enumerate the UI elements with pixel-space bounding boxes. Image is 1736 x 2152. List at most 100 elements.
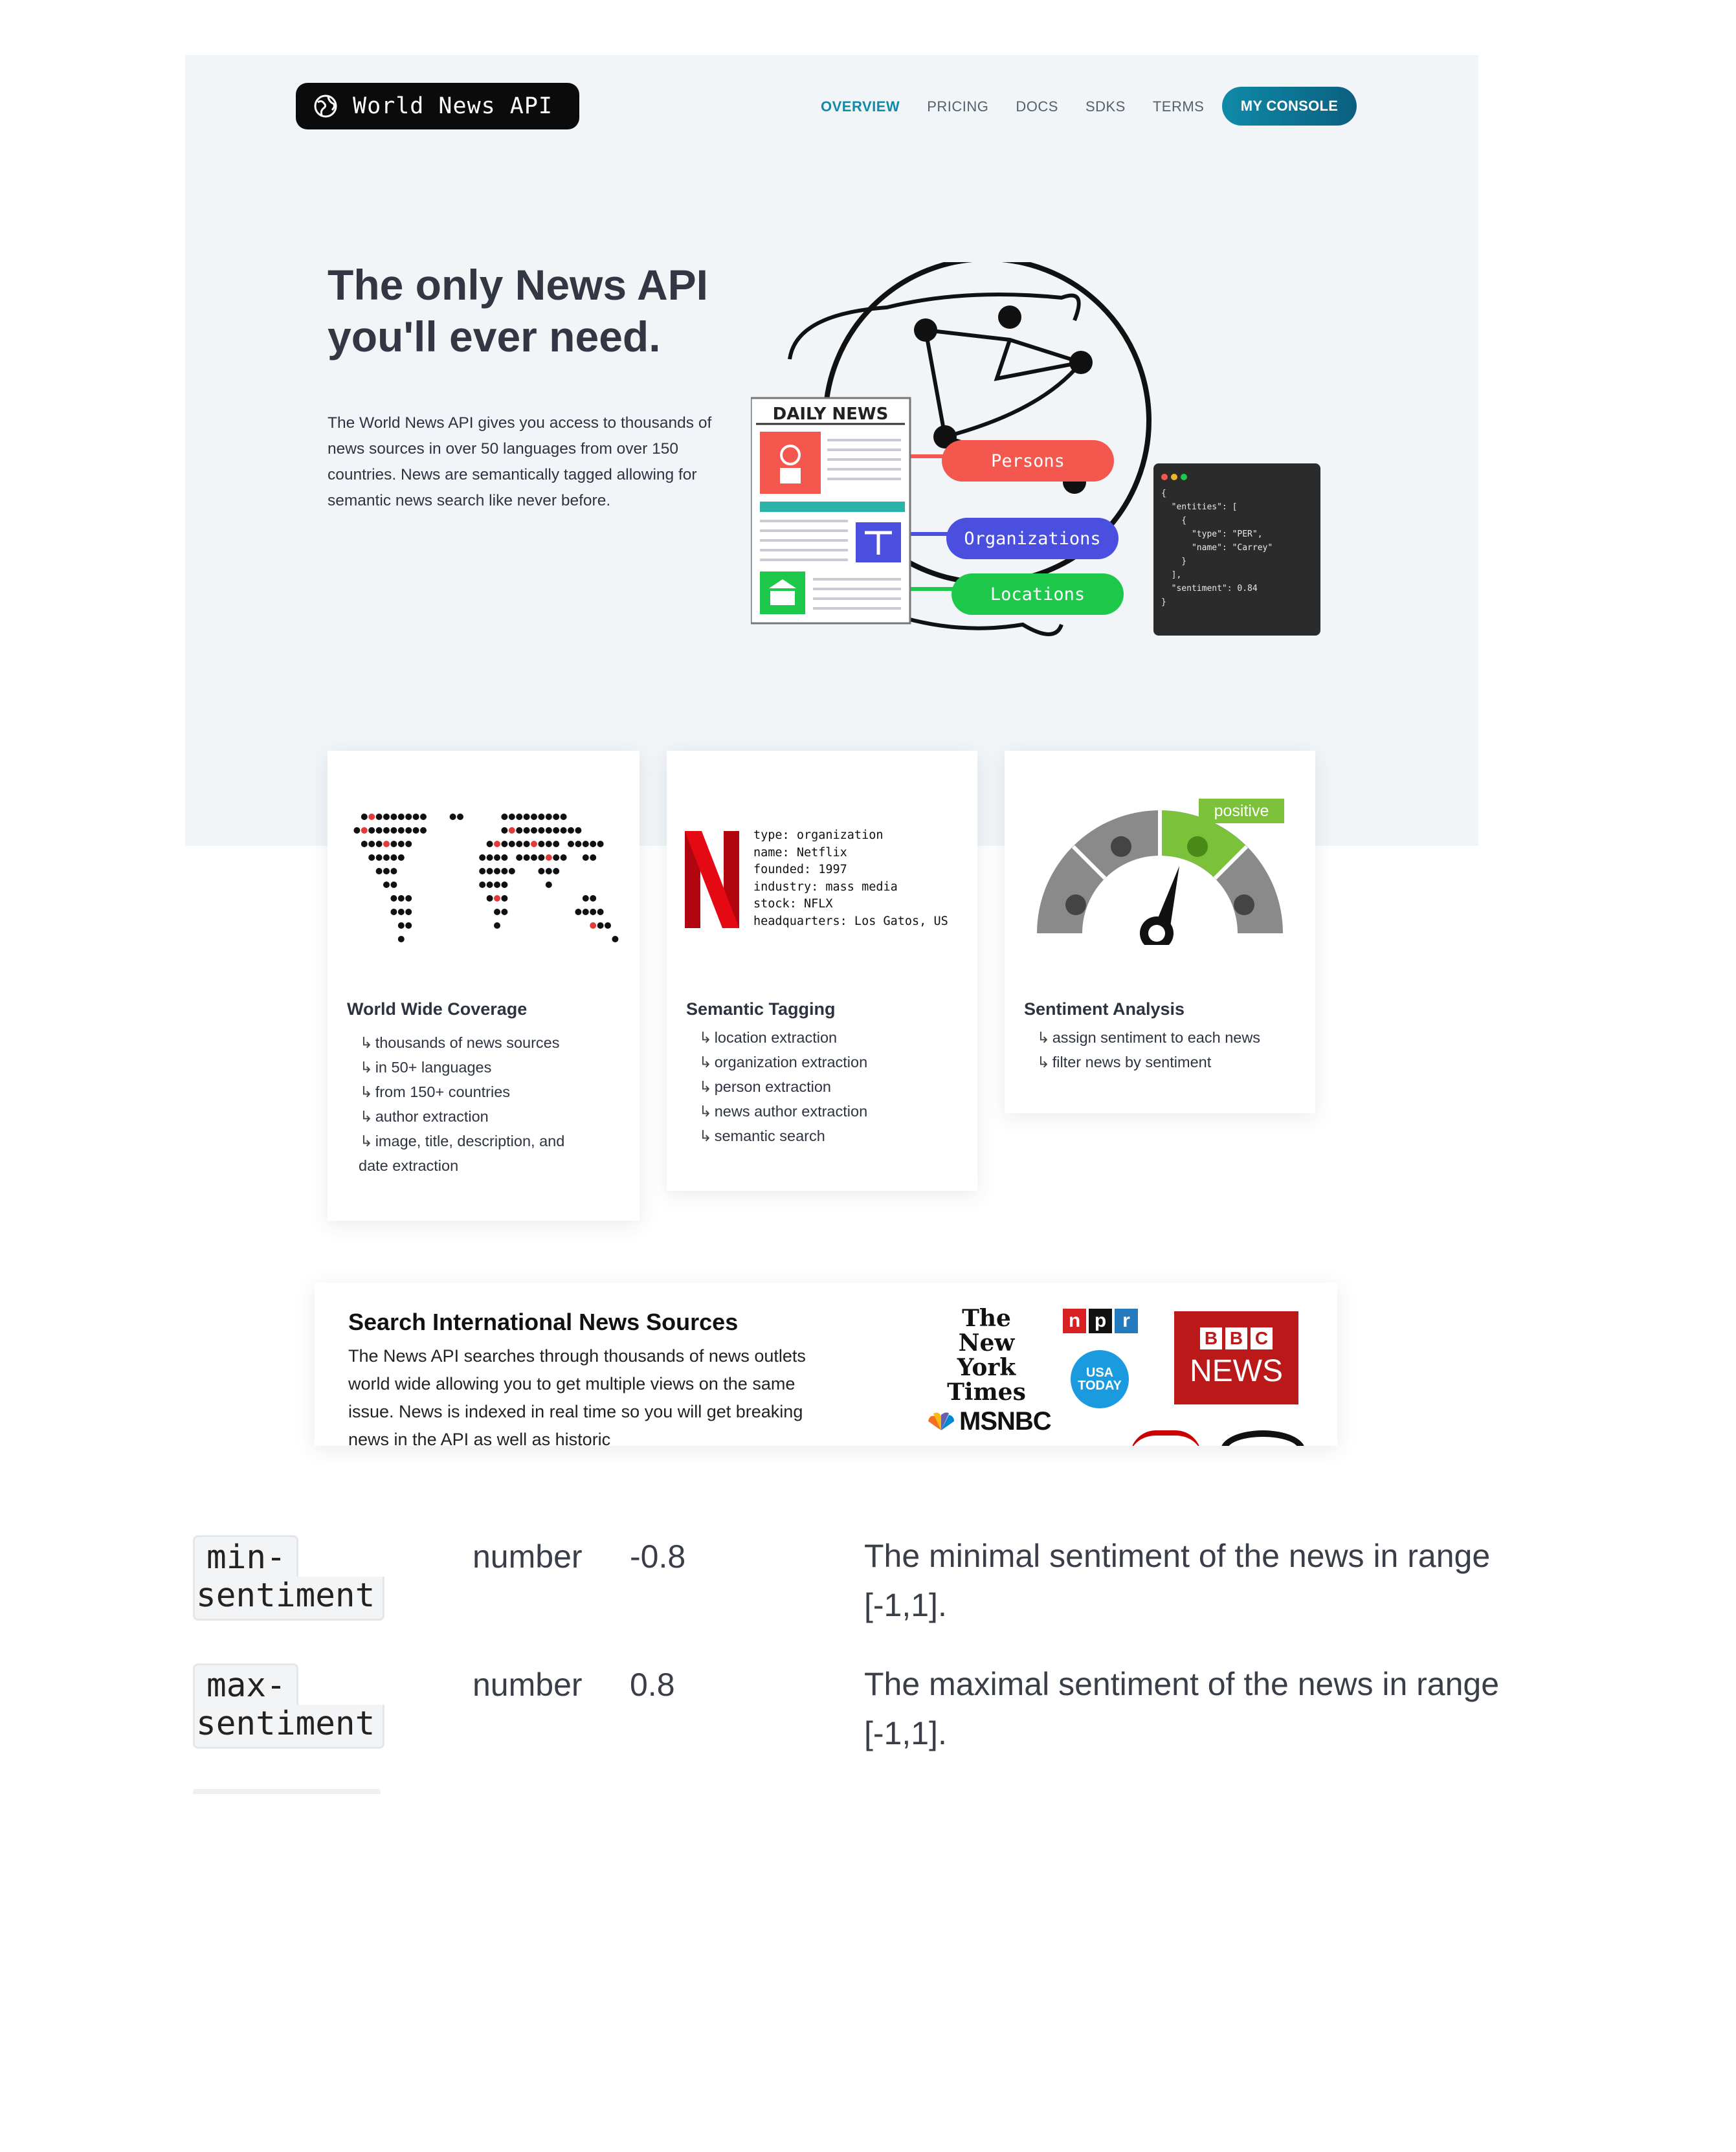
map-dot — [560, 814, 567, 820]
map-dot — [494, 868, 500, 874]
nav-docs[interactable]: DOCS — [1016, 98, 1058, 115]
hero-title-line2: you'll ever need. — [328, 313, 661, 361]
bbc-news-logo: B B C NEWS — [1174, 1311, 1298, 1404]
map-dot — [605, 922, 611, 929]
map-dot — [568, 841, 574, 847]
world-map-icon — [353, 814, 619, 942]
nav-sdks[interactable]: SDKS — [1085, 98, 1126, 115]
map-dot — [375, 814, 383, 820]
map-dot — [545, 841, 552, 847]
map-dot — [501, 895, 508, 902]
map-dot — [375, 827, 383, 834]
hero-description: The World News API gives you access to t… — [328, 414, 712, 509]
map-dot — [390, 814, 397, 820]
positive-badge: positive — [1199, 799, 1284, 823]
list-item: ↳ news author extraction — [699, 1103, 868, 1120]
map-dot — [545, 814, 552, 820]
map-dot — [523, 841, 530, 847]
param-example: 0.8 — [630, 1667, 675, 1703]
newspaper-title: DAILY NEWS — [773, 405, 889, 424]
npr-logo: n p r — [1063, 1309, 1138, 1333]
map-dot — [397, 895, 405, 902]
map-dot — [479, 882, 486, 888]
map-dot — [501, 868, 508, 874]
map-dot — [494, 841, 500, 847]
map-dot — [516, 814, 523, 820]
map-dot — [486, 882, 493, 888]
more-logos — [1130, 1426, 1305, 1446]
map-dot — [486, 868, 493, 874]
locations-tag: Locations — [951, 573, 1124, 615]
map-dot — [412, 814, 419, 820]
map-dot — [457, 814, 463, 820]
map-dot — [538, 868, 545, 874]
map-dot — [597, 922, 604, 929]
map-dot — [390, 882, 397, 888]
usa-today-logo: USA TODAY — [1071, 1350, 1129, 1408]
nav-terms[interactable]: TERMS — [1153, 98, 1205, 115]
map-dot — [545, 827, 552, 834]
map-dot — [545, 868, 552, 874]
map-dot — [545, 882, 552, 888]
globe-icon — [314, 94, 337, 118]
map-dot — [508, 841, 515, 847]
nav-overview[interactable]: OVERVIEW — [821, 98, 900, 115]
card-semantic-tagging: type: organization name: Netflix founded… — [667, 751, 977, 1191]
map-dot — [516, 854, 523, 861]
param-name-max-sentiment: max- sentiment — [193, 1663, 385, 1749]
map-dot — [590, 909, 597, 915]
map-dot — [501, 841, 508, 847]
map-dot — [494, 895, 500, 902]
list-item: ↳ semantic search — [699, 1127, 825, 1144]
map-dot — [420, 827, 427, 834]
map-dot — [449, 814, 456, 820]
map-dot — [383, 882, 390, 888]
map-dot — [553, 854, 560, 861]
map-dot — [523, 814, 530, 820]
map-dot — [494, 922, 500, 929]
map-dot — [494, 909, 500, 915]
param-example: -0.8 — [630, 1538, 686, 1575]
map-dot — [508, 868, 515, 874]
map-dot — [582, 909, 589, 915]
map-dot — [405, 841, 412, 847]
param-type: number — [473, 1538, 583, 1575]
list-item: ↳ author extraction — [360, 1108, 489, 1125]
map-dot — [361, 841, 368, 847]
map-dot — [612, 936, 619, 942]
map-dot — [368, 854, 375, 861]
map-dot — [397, 922, 405, 929]
map-dot — [575, 841, 582, 847]
map-dot — [501, 854, 508, 861]
map-dot — [390, 841, 397, 847]
map-dot — [538, 814, 545, 820]
card-world-wide-coverage: World Wide Coverage ↳ thousands of news s… — [328, 751, 640, 1221]
map-dot — [508, 814, 515, 820]
list-item: ↳ in 50+ languages — [360, 1059, 492, 1076]
card-title: Sentiment Analysis — [1024, 999, 1185, 1019]
nyt-logo: The New York Times — [947, 1305, 1026, 1406]
map-dot — [375, 868, 383, 874]
network-node — [914, 318, 937, 342]
map-dot — [531, 827, 537, 834]
map-dot — [397, 936, 405, 942]
map-dot — [390, 854, 397, 861]
list-item: ↳ thousands of news sources — [360, 1034, 560, 1051]
map-dot — [486, 895, 493, 902]
map-dot — [523, 854, 530, 861]
map-dot — [568, 827, 574, 834]
list-item: ↳ filter news by sentiment — [1037, 1054, 1212, 1070]
map-dot — [516, 827, 523, 834]
nav-pricing[interactable]: PRICING — [927, 98, 988, 115]
map-dot — [597, 909, 604, 915]
list-item: ↳ person extraction — [699, 1078, 831, 1095]
map-dot — [405, 827, 412, 834]
map-dot — [383, 814, 390, 820]
organization-info: type: organization name: Netflix founded… — [753, 828, 948, 928]
logo[interactable]: World News API — [296, 83, 579, 129]
persons-tag: Persons — [942, 440, 1114, 482]
my-console-button[interactable]: MY CONSOLE — [1222, 87, 1357, 126]
map-dot — [590, 854, 597, 861]
hero-title-line1: The only News API — [328, 261, 709, 309]
map-dot — [405, 909, 412, 915]
